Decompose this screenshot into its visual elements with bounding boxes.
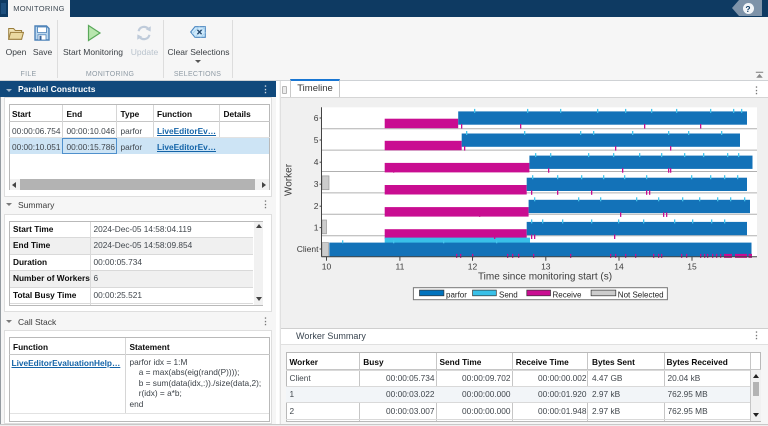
svg-text:4: 4: [314, 157, 319, 167]
svg-text:Worker: Worker: [284, 163, 295, 196]
svg-text:14: 14: [614, 262, 624, 272]
svg-text:Send: Send: [499, 290, 518, 299]
svg-text:parfor: parfor: [446, 290, 467, 299]
svg-text:15: 15: [687, 262, 697, 272]
svg-text:Not Selected: Not Selected: [618, 290, 664, 299]
svg-text:13: 13: [541, 262, 551, 272]
svg-text:10: 10: [322, 262, 332, 272]
svg-text:1: 1: [314, 223, 319, 233]
svg-text:2: 2: [314, 201, 319, 211]
svg-text:Client: Client: [297, 244, 319, 254]
svg-text:3: 3: [314, 179, 319, 189]
svg-text:Time since monitoring start (s: Time since monitoring start (s): [478, 272, 612, 283]
svg-text:5: 5: [314, 135, 319, 145]
svg-text:12: 12: [468, 262, 478, 272]
svg-text:Receive: Receive: [553, 290, 582, 299]
svg-text:11: 11: [395, 262, 404, 272]
svg-text:6: 6: [314, 113, 319, 123]
